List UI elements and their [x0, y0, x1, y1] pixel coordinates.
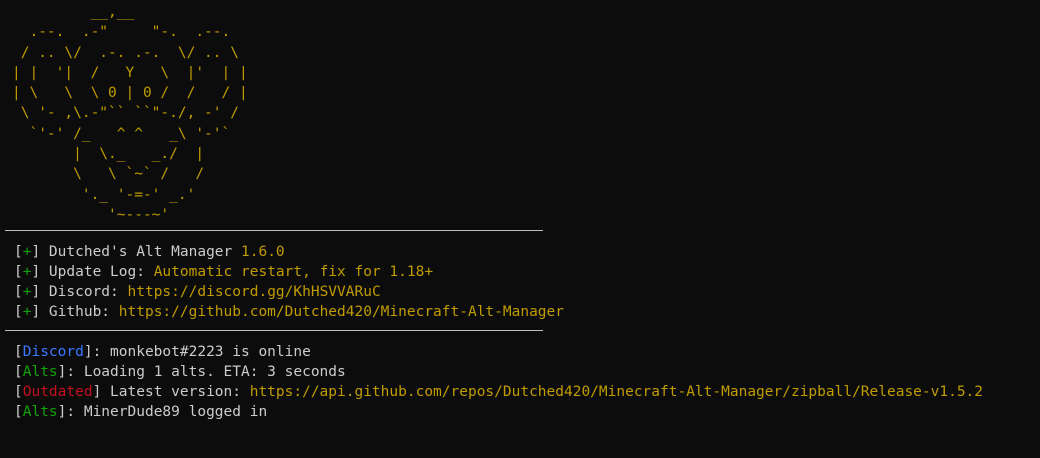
info-line-version: [+] Dutched's Alt Manager 1.6.0	[14, 244, 285, 260]
bottom-divider	[5, 330, 543, 331]
log-text: Latest version:	[101, 384, 250, 400]
log-tag-discord: Discord	[22, 344, 84, 360]
log-text: : monkebot#2223 is online	[92, 344, 311, 360]
log-tag-alts: Alts	[22, 364, 58, 380]
log-text: : MinerDude89 logged in	[66, 404, 268, 420]
update-log-value: Automatic restart, fix for 1.18+	[153, 264, 434, 280]
info-lines: [+] Dutched's Alt Manager 1.6.0 [+] Upda…	[14, 242, 564, 322]
log-tag-outdated: Outdated	[22, 384, 93, 400]
info-label: Discord:	[40, 284, 128, 300]
version-value: 1.6.0	[241, 244, 285, 260]
info-label: Github:	[40, 304, 119, 320]
github-link[interactable]: https://github.com/Dutched420/Minecraft-…	[119, 304, 564, 320]
info-line-update-log: [+] Update Log: Automatic restart, fix f…	[14, 264, 434, 280]
release-link[interactable]: https://api.github.com/repos/Dutched420/…	[250, 384, 983, 400]
log-lines: [Discord]: monkebot#2223 is online [Alts…	[14, 342, 983, 422]
log-tag-alts: Alts	[22, 404, 58, 420]
log-line-alts-loading: [Alts]: Loading 1 alts. ETA: 3 seconds	[14, 364, 346, 380]
top-divider	[5, 230, 543, 231]
info-label: Update Log:	[40, 264, 154, 280]
info-label: Dutched's Alt Manager	[40, 244, 241, 260]
log-text: : Loading 1 alts. ETA: 3 seconds	[66, 364, 346, 380]
log-line-alts-logged-in: [Alts]: MinerDude89 logged in	[14, 404, 268, 420]
log-line-outdated: [Outdated] Latest version: https://api.g…	[14, 384, 984, 400]
info-line-github: [+] Github: https://github.com/Dutched42…	[14, 304, 564, 320]
monkey-ascii-art: __,__ .--. .-" "-. .--. / .. \/ .-. .-. …	[12, 4, 248, 223]
info-line-discord: [+] Discord: https://discord.gg/KhHSVVAR…	[14, 284, 381, 300]
log-line-discord: [Discord]: monkebot#2223 is online	[14, 344, 311, 360]
discord-link[interactable]: https://discord.gg/KhHSVVARuC	[128, 284, 381, 300]
